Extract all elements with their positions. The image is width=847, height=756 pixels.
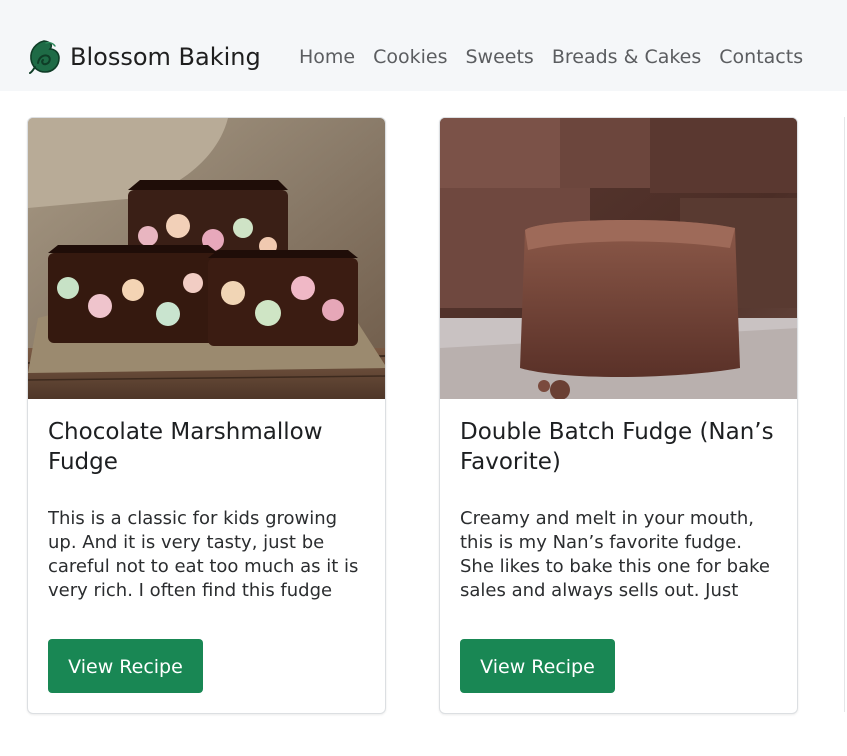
card-body: Double Batch Fudge (Nan’s Favorite) Crea… (440, 399, 797, 603)
nav-link-cookies[interactable]: Cookies (364, 40, 456, 74)
nav-link-sweets[interactable]: Sweets (457, 40, 543, 74)
card-body: Chocolate Marshmallow Fudge This is a cl… (28, 399, 385, 603)
card-text: This is a classic for kids growing up. A… (48, 508, 359, 601)
recipe-card: Double Batch Fudge (Nan’s Favorite) Crea… (439, 117, 798, 714)
nav-link-breads-cakes[interactable]: Breads & Cakes (543, 40, 710, 74)
navbar: Blossom Baking Home Cookies Sweets Bread… (0, 0, 847, 91)
view-recipe-button[interactable]: View Recipe (460, 639, 615, 693)
nav-link-home[interactable]: Home (290, 40, 364, 74)
chocolate-marshmallow-fudge-photo (28, 118, 385, 399)
card-text: Creamy and melt in your mouth, this is m… (460, 508, 770, 601)
recipe-card: Chocolate Marshmallow Fudge This is a cl… (27, 117, 386, 714)
nav-link-contacts[interactable]: Contacts (710, 40, 812, 74)
double-batch-fudge-photo (440, 118, 797, 399)
leaf-swirl-icon (29, 40, 60, 74)
brand-link[interactable]: Blossom Baking (27, 37, 261, 77)
card-title: Double Batch Fudge (Nan’s Favorite) (460, 419, 774, 475)
view-recipe-button[interactable]: View Recipe (48, 639, 203, 693)
card-title: Chocolate Marshmallow Fudge (48, 419, 323, 475)
main-nav: Home Cookies Sweets Breads & Cakes Conta… (290, 40, 812, 74)
brand-name: Blossom Baking (70, 43, 261, 71)
